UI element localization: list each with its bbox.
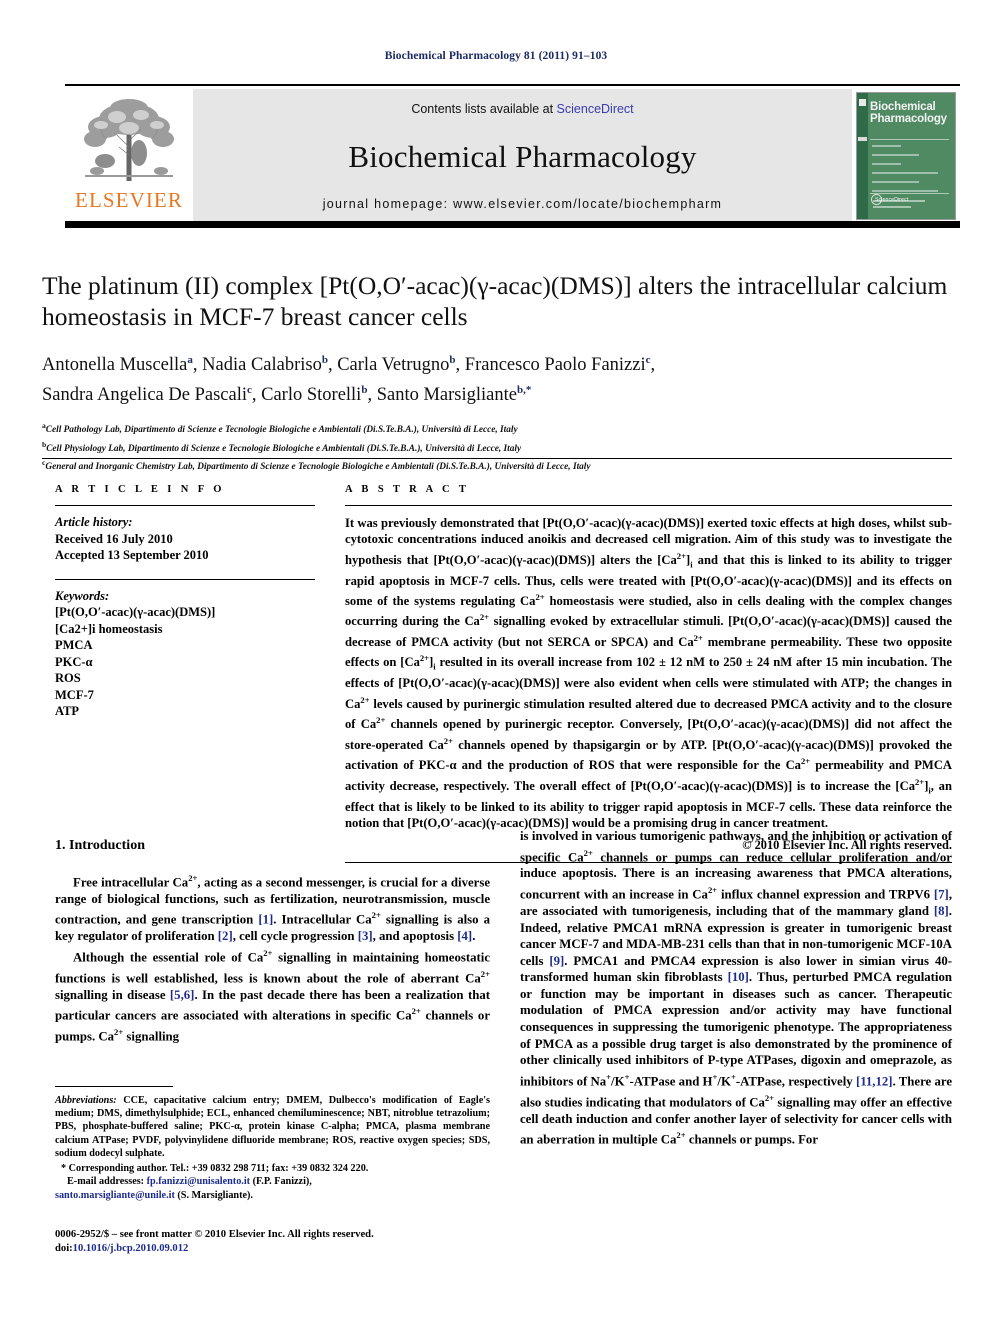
abbreviations-label: Abbreviations:: [55, 1095, 117, 1106]
keyword-item: PKC-α: [55, 654, 93, 669]
author-affil-marker: c: [645, 354, 651, 366]
keyword-item: [Pt(O,O′-acac)(γ-acac)(DMS)]: [55, 605, 216, 619]
author-name: Francesco Paolo Fanizzi: [464, 355, 646, 376]
accepted-date: Accepted 13 September 2010: [55, 548, 209, 562]
issn-block: 0006-2952/$ – see front matter © 2010 El…: [55, 1228, 490, 1256]
article-history: Article history: Received 16 July 2010 A…: [55, 514, 315, 564]
keyword-item: [Ca2+]i homeostasis: [55, 621, 163, 636]
masthead-bottom-rule: [65, 221, 960, 228]
email-owner-marsigliante: (S. Marsigliante).: [177, 1189, 253, 1201]
affiliation-item: bCell Physiology Lab, Dipartimento di Sc…: [42, 438, 952, 456]
journal-cover-thumbnail: Biochemical Pharmacology ScienceDirect: [852, 89, 960, 222]
abstract-section: A B S T R A C T It was previously demons…: [345, 484, 953, 864]
email-link-marsigliante[interactable]: santo.marsigliante@unile.it: [55, 1190, 175, 1201]
keyword-item: ATP: [55, 704, 80, 718]
abstract-text: It was previously demonstrated that [Pt(…: [345, 516, 953, 830]
author-affil-marker: b: [321, 354, 328, 366]
keyword-item: MCF-7: [55, 687, 94, 702]
sciencedirect-link[interactable]: ScienceDirect: [557, 102, 634, 116]
corresponding-author-footnote: * Corresponding author. Tel.: +39 0832 2…: [55, 1162, 490, 1175]
doi-label: doi:: [55, 1243, 73, 1254]
issn-line: 0006-2952/$ – see front matter © 2010 El…: [55, 1229, 374, 1240]
footnote-rule: [55, 1086, 173, 1087]
affiliation-list: aCell Pathology Lab, Dipartimento di Sci…: [42, 419, 952, 474]
email-link-fanizzi[interactable]: fp.fanizzi@unisalento.it: [147, 1176, 250, 1187]
cover-title-line2: Pharmacology: [870, 113, 947, 125]
keyword-item: ROS: [55, 671, 81, 685]
corresponding-author-text: Corresponding author. Tel.: +39 0832 298…: [68, 1163, 369, 1175]
abbreviations-text: CCE, capacitative calcium entry; DMEM, D…: [55, 1095, 491, 1159]
article-info-section: A R T I C L E I N F O Article history: R…: [55, 484, 315, 720]
title-bottom-rule: [42, 458, 952, 459]
elsevier-tree-icon: [84, 99, 174, 181]
abstract-heading: A B S T R A C T: [345, 484, 470, 495]
paragraph: is involved in various tumorigenic pathw…: [520, 829, 953, 1147]
received-date: Received 16 July 2010: [55, 531, 173, 546]
author-name: Nadia Calabriso: [202, 355, 322, 376]
contents-available-line: Contents lists available at ScienceDirec…: [411, 102, 633, 116]
author-affil-marker: c: [246, 384, 252, 397]
author-name: Antonella Muscella: [42, 355, 188, 376]
author-affil-marker: a: [187, 354, 193, 366]
email-footnote: E-mail addresses: fp.fanizzi@unisalento.…: [55, 1175, 490, 1188]
introduction-right-column: is involved in various tumorigenic pathw…: [520, 828, 952, 1148]
cover-title-line1: Biochemical: [870, 100, 936, 113]
author-name: Carlo Storelli: [261, 385, 362, 406]
author-affil-marker: b: [361, 384, 368, 397]
elsevier-wordmark: ELSEVIER: [75, 188, 183, 212]
affiliation-text: General and Inorganic Chemistry Lab, Dip…: [45, 462, 591, 472]
article-info-heading: A R T I C L E I N F O: [55, 484, 225, 495]
footnote-block: Abbreviations: CCE, capacitative calcium…: [55, 1086, 490, 1202]
journal-masthead: ELSEVIER Contents lists available at Sci…: [65, 84, 960, 226]
email-addresses-label: E-mail addresses:: [67, 1176, 145, 1188]
email-owner-fanizzi: (F.P. Fanizzi),: [252, 1176, 312, 1188]
divider: [55, 505, 315, 506]
author-name: Sandra Angelica De Pascali: [42, 385, 247, 406]
journal-band: Contents lists available at ScienceDirec…: [193, 89, 852, 222]
paper-page: Biochemical Pharmacology 81 (2011) 91–10…: [0, 0, 992, 1323]
affiliation-text: Cell Pathology Lab, Dipartimento di Scie…: [45, 425, 518, 436]
author-name: Carla Vetrugno: [337, 355, 450, 376]
author-affil-marker: b: [449, 354, 456, 366]
journal-title: Biochemical Pharmacology: [348, 138, 697, 174]
article-history-label: Article history:: [55, 515, 133, 529]
page-title: The platinum (II) complex [Pt(O,O′-acac)…: [42, 271, 948, 331]
keywords-label: Keywords:: [55, 588, 110, 603]
author-affil-marker: b,*: [516, 384, 532, 397]
doi-link[interactable]: 10.1016/j.bcp.2010.09.012: [73, 1243, 189, 1254]
running-head: Biochemical Pharmacology 81 (2011) 91–10…: [384, 50, 608, 62]
abbreviations-footnote: Abbreviations: CCE, capacitative calcium…: [55, 1094, 490, 1160]
contents-prefix: Contents lists available at: [411, 102, 557, 116]
cover-sciencedirect-mark: ScienceDirect: [875, 196, 909, 203]
keyword-item: PMCA: [55, 638, 93, 652]
elsevier-logo: ELSEVIER: [65, 89, 193, 222]
doi-line: doi:10.1016/j.bcp.2010.09.012: [55, 1242, 490, 1256]
title-block: The platinum (II) complex [Pt(O,O′-acac)…: [42, 270, 952, 474]
author-list: Antonella Muscellaa, Nadia Calabrisob, C…: [42, 354, 656, 406]
paragraph: Free intracellular Ca2+, acting as a sec…: [55, 873, 490, 944]
journal-homepage-line[interactable]: journal homepage: www.elsevier.com/locat…: [323, 197, 723, 211]
divider: [345, 505, 952, 506]
keywords-block: Keywords: [Pt(O,O′-acac)(γ-acac)(DMS)] […: [55, 588, 315, 720]
email-footnote-2: santo.marsigliante@unile.it (S. Marsigli…: [55, 1189, 490, 1202]
introduction-left-column: 1. Introduction Free intracellular Ca2+,…: [55, 838, 490, 1045]
section-heading-introduction: 1. Introduction: [55, 838, 145, 853]
divider: [55, 578, 315, 580]
paragraph: Although the essential role of Ca2+ sign…: [55, 947, 490, 1044]
asterisk-icon: *: [61, 1163, 67, 1175]
affiliation-item: aCell Pathology Lab, Dipartimento di Sci…: [42, 419, 952, 437]
author-name: Santo Marsigliante: [376, 385, 517, 406]
affiliation-text: Cell Physiology Lab, Dipartimento di Sci…: [46, 443, 522, 454]
